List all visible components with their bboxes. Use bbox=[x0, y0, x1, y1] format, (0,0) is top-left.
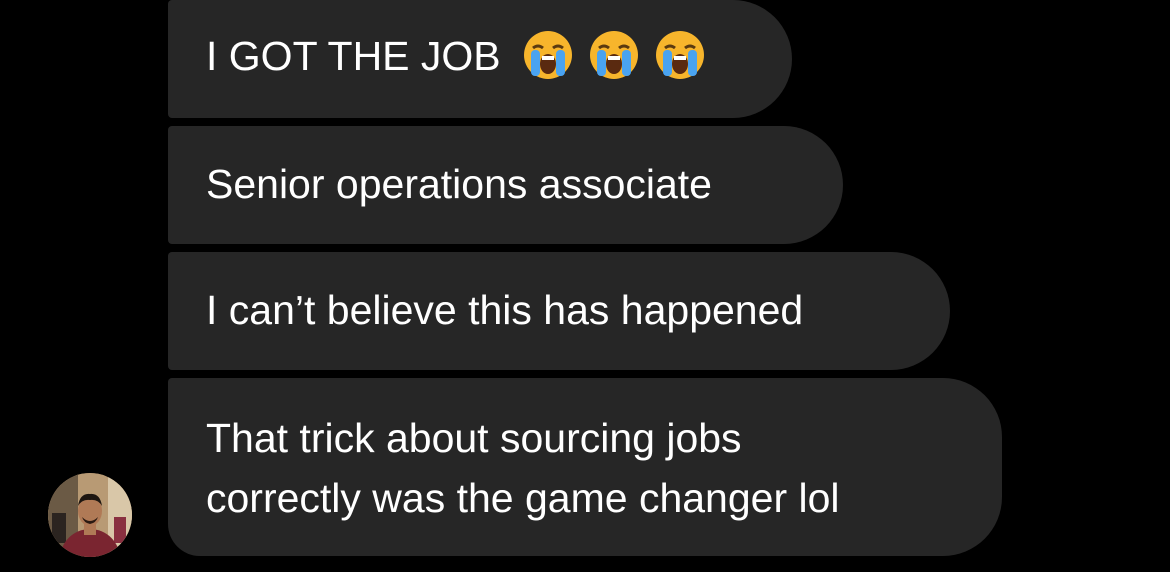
message-text-line: correctly was the game changer lol bbox=[206, 475, 840, 521]
loudly-crying-face-icon bbox=[655, 31, 704, 80]
message-bubble[interactable]: That trick about sourcing jobs correctly… bbox=[168, 378, 1002, 556]
sender-avatar[interactable] bbox=[48, 473, 132, 557]
loudly-crying-face-icon bbox=[523, 31, 572, 80]
profile-photo-icon bbox=[48, 473, 132, 557]
chat-thread: I GOT THE JOB Senior operations associat… bbox=[0, 0, 1170, 572]
message-bubble[interactable]: I GOT THE JOB bbox=[168, 0, 792, 118]
loudly-crying-face-icon bbox=[589, 31, 638, 80]
message-text: I GOT THE JOB bbox=[206, 33, 501, 79]
message-text: I can’t believe this has happened bbox=[206, 287, 804, 333]
message-bubble[interactable]: I can’t believe this has happened bbox=[168, 252, 950, 370]
message-text: Senior operations associate bbox=[206, 161, 712, 207]
message-text-line: That trick about sourcing jobs bbox=[206, 415, 742, 461]
message-bubble[interactable]: Senior operations associate bbox=[168, 126, 843, 244]
